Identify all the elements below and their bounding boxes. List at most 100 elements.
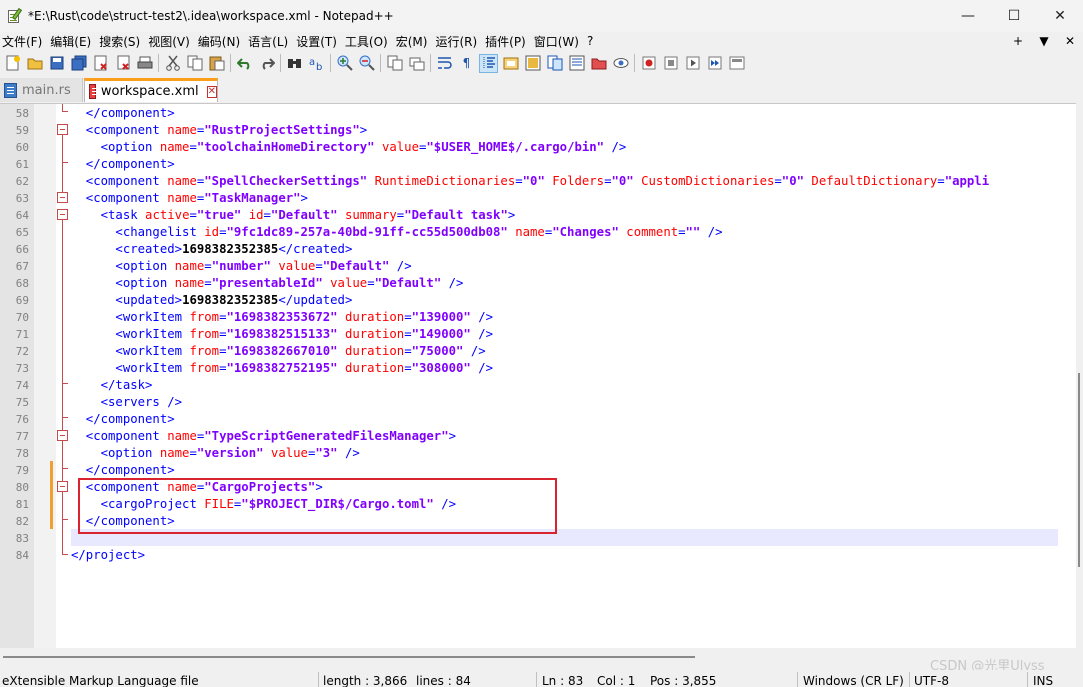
code-line[interactable]: 66 <created>1698382352385</created>	[0, 241, 1060, 258]
close-button[interactable]: ✕	[1037, 0, 1083, 32]
horizontal-scrollbar[interactable]	[0, 653, 1076, 662]
menu-encoding[interactable]: 编码(N)	[196, 33, 246, 50]
editor-pane[interactable]: 58 </component> 59 <component name="RustP…	[0, 103, 1076, 648]
syntax-token-val: "9fc1dc89-257a-40bd-91ff-cc55d500db08"	[226, 225, 508, 239]
status-file-type: eXtensible Markup Language file	[2, 674, 199, 687]
code-line[interactable]: 70 <workItem from="1698382353672" durati…	[0, 309, 1060, 326]
code-line[interactable]: 78 <option name="version" value="3" />	[0, 445, 1060, 462]
menu-edit[interactable]: 编辑(E)	[48, 33, 97, 50]
scrollbar-thumb[interactable]	[3, 656, 695, 658]
menu-plugins[interactable]: 插件(P)	[483, 33, 532, 50]
close-file-icon[interactable]	[91, 54, 110, 73]
menu-file[interactable]: 文件(F)	[0, 33, 48, 50]
menu-language[interactable]: 语言(L)	[246, 33, 294, 50]
menu-tools[interactable]: 工具(O)	[343, 33, 394, 50]
play-macro-icon[interactable]	[683, 54, 702, 73]
code-line[interactable]: 79 </component>	[0, 462, 1060, 479]
code-line[interactable]: 68 <option name="presentableId" value="D…	[0, 275, 1060, 292]
syntax-token-tag	[634, 174, 641, 188]
record-macro-icon[interactable]	[639, 54, 658, 73]
status-encoding[interactable]: UTF-8	[914, 670, 1024, 687]
monitoring-icon[interactable]	[611, 54, 630, 73]
line-number: 67	[15, 260, 29, 273]
code-line[interactable]: 63 <component name="TaskManager">	[0, 190, 1060, 207]
code-line[interactable]: 58 </component>	[0, 105, 1060, 122]
tab-main-rs[interactable]: main.rs	[0, 78, 83, 102]
fold-connector	[62, 104, 63, 111]
show-all-characters-icon[interactable]: ¶	[457, 54, 476, 73]
indent-guide-icon[interactable]	[479, 53, 498, 73]
code-line[interactable]: 65 <changelist id = "9fc1dc89-257a-40bd-91…	[0, 224, 1060, 241]
syntax-token-attr: id	[204, 225, 220, 239]
maximize-button[interactable]: ☐	[991, 0, 1037, 32]
syntax-token-tag: <component	[71, 429, 168, 443]
code-line[interactable]: 73 <workItem from="1698382752195" durati…	[0, 360, 1060, 377]
menu-macro[interactable]: 宏(M)	[394, 33, 434, 50]
document-map-icon[interactable]	[523, 54, 542, 73]
scrollbar-thumb[interactable]	[1078, 373, 1080, 567]
tab-close-icon[interactable]: ✕	[206, 85, 217, 98]
run-macro-multiple-icon[interactable]	[705, 54, 724, 73]
fold-toggle-icon[interactable]	[57, 209, 68, 220]
redo-icon[interactable]	[257, 54, 276, 73]
function-list-icon[interactable]	[567, 54, 586, 73]
zoom-out-icon[interactable]	[357, 54, 376, 73]
status-insert-mode[interactable]: INS	[1033, 670, 1073, 687]
code-line[interactable]: 71 <workItem from="1698382515133" durati…	[0, 326, 1060, 343]
fold-toggle-icon[interactable]	[57, 481, 68, 492]
replace-icon[interactable]: ab	[307, 54, 326, 73]
menu-help[interactable]: ?	[585, 34, 599, 48]
tab-list-button[interactable]: ▼	[1031, 34, 1057, 48]
vertical-scrollbar[interactable]	[1076, 103, 1083, 653]
code-line[interactable]: 59 <component name="RustProjectSettings"…	[0, 122, 1060, 139]
sync-vertical-icon[interactable]	[385, 54, 404, 73]
menu-settings[interactable]: 设置(T)	[294, 33, 343, 50]
code-line[interactable]: 67 <option name="number" value="Default"…	[0, 258, 1060, 275]
close-document-button[interactable]: ✕	[1057, 34, 1083, 48]
undo-icon[interactable]	[235, 54, 254, 73]
menu-window[interactable]: 窗口(W)	[532, 33, 585, 50]
cut-icon[interactable]	[163, 54, 182, 73]
fold-toggle-icon[interactable]	[57, 124, 68, 135]
syntax-token-attr: name	[167, 429, 197, 443]
close-all-icon[interactable]	[113, 54, 132, 73]
save-macro-icon[interactable]	[727, 54, 746, 73]
paste-icon[interactable]	[207, 54, 226, 73]
code-line[interactable]: 62 <component name = "SpellCheckerSettings…	[0, 173, 1060, 190]
print-icon[interactable]	[135, 54, 154, 73]
fold-toggle-icon[interactable]	[57, 192, 68, 203]
word-wrap-icon[interactable]	[435, 54, 454, 73]
code-line[interactable]: 77 <component name="TypeScriptGeneratedF…	[0, 428, 1060, 445]
tab-workspace-xml[interactable]: workspace.xml ✕	[84, 78, 218, 102]
zoom-in-icon[interactable]	[335, 54, 354, 73]
code-line[interactable]: 61 </component>	[0, 156, 1060, 173]
code-line[interactable]: 64 <task active="true" id="Default" summ…	[0, 207, 1060, 224]
menu-search[interactable]: 搜索(S)	[97, 33, 146, 50]
new-tab-button[interactable]: +	[1005, 34, 1031, 48]
code-line[interactable]: 84 </project>	[0, 547, 1060, 564]
find-icon[interactable]	[285, 54, 304, 73]
new-file-icon[interactable]	[3, 54, 22, 73]
document-list-icon[interactable]	[545, 54, 564, 73]
stop-macro-icon[interactable]	[661, 54, 680, 73]
code-line[interactable]: 72 <workItem from="1698382667010" durati…	[0, 343, 1060, 360]
minimize-button[interactable]: —	[945, 0, 991, 32]
open-file-icon[interactable]	[25, 54, 44, 73]
code-line[interactable]: 76 </component>	[0, 411, 1060, 428]
fold-toggle-icon[interactable]	[57, 430, 68, 441]
menu-view[interactable]: 视图(V)	[146, 33, 196, 50]
code-line[interactable]: 60 <option name="toolchainHomeDirectory"…	[0, 139, 1060, 156]
code-line[interactable]: 69 <updated>1698382352385</updated>	[0, 292, 1060, 309]
save-all-icon[interactable]	[69, 54, 88, 73]
sync-horizontal-icon[interactable]	[407, 54, 426, 73]
status-eol[interactable]: Windows (CR LF)	[803, 670, 907, 687]
save-icon[interactable]	[47, 54, 66, 73]
code-line[interactable]: 75 <servers />	[0, 394, 1060, 411]
folder-as-workspace-icon[interactable]	[589, 54, 608, 73]
user-language-icon[interactable]	[501, 54, 520, 73]
menu-run[interactable]: 运行(R)	[433, 33, 483, 50]
syntax-token-val: "TypeScriptGeneratedFilesManager"	[204, 429, 449, 443]
code-line[interactable]: 74 </task>	[0, 377, 1060, 394]
copy-icon[interactable]	[185, 54, 204, 73]
syntax-token-tag: </project>	[71, 548, 146, 562]
